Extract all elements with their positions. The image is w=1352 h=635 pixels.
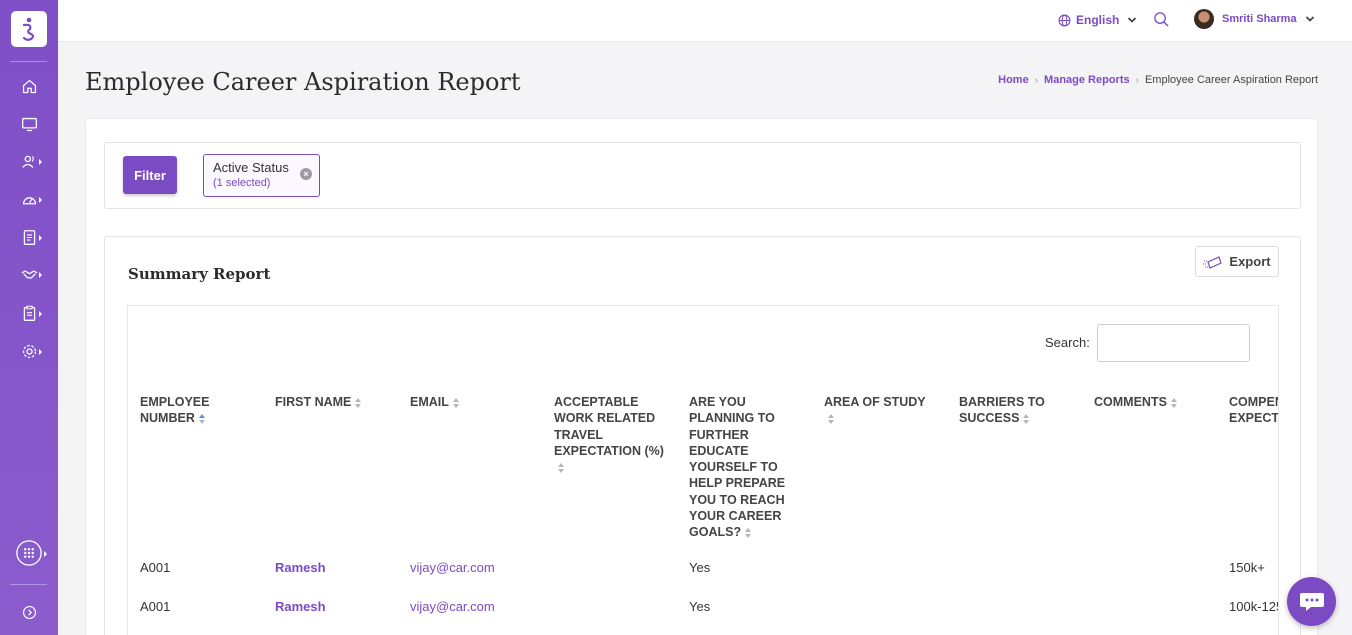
column-header-email[interactable]: EMAIL [410, 394, 530, 410]
cell-compensation: 150k+ [1229, 560, 1265, 575]
search-label: Search: [1045, 335, 1090, 350]
sort-icon [828, 414, 835, 424]
sidebar-divider [10, 584, 47, 585]
avatar [1194, 9, 1214, 29]
language-selector[interactable]: English [1058, 13, 1137, 27]
caret-right-icon [39, 159, 42, 165]
users-icon [21, 155, 34, 168]
document-icon [23, 229, 35, 245]
page-title: Employee Career Aspiration Report [85, 68, 521, 96]
summary-title: Summary Report [128, 265, 271, 283]
sidebar-apps-button[interactable] [0, 538, 58, 568]
caret-right-icon [39, 272, 42, 278]
chat-button[interactable] [1287, 577, 1336, 626]
caret-right-icon [39, 235, 42, 241]
chevron-down-icon [1128, 17, 1137, 23]
column-header-first-name[interactable]: FIRST NAME [275, 394, 395, 410]
clipboard-icon [23, 305, 35, 321]
breadcrumb-current: Employee Career Aspiration Report [1144, 74, 1318, 86]
sidebar-item-reports[interactable] [0, 298, 58, 328]
grid-icon [16, 540, 42, 566]
monitor-icon [21, 117, 37, 131]
breadcrumb-home[interactable]: Home [998, 74, 1029, 86]
home-icon [22, 79, 36, 93]
cell-employee-number: A001 [140, 599, 171, 614]
user-name: Smriti Sharma [1222, 13, 1297, 25]
sort-icon [1023, 414, 1030, 424]
column-header-further-education[interactable]: ARE YOU PLANNING TO FURTHER EDUCATE YOUR… [689, 394, 789, 541]
export-icon [1203, 255, 1223, 269]
chip-title: Active Status [213, 160, 289, 175]
cell-email[interactable]: vijay@car.com [410, 560, 495, 575]
gauge-icon [22, 196, 36, 204]
search-icon [1154, 12, 1169, 27]
chat-icon [1299, 592, 1324, 611]
column-header-travel-expectation[interactable]: ACCEPTABLE WORK RELATED TRAVEL EXPECTATI… [554, 394, 672, 475]
export-label: Export [1229, 254, 1271, 269]
handshake-icon [21, 269, 37, 279]
chevron-right-circle-icon [22, 605, 36, 619]
language-label: English [1076, 13, 1120, 27]
filter-button[interactable]: Filter [123, 156, 177, 194]
sidebar-item-users[interactable] [0, 146, 58, 176]
gear-icon [22, 344, 36, 358]
cell-email[interactable]: vijay@car.com [410, 599, 495, 614]
caret-right-icon [39, 311, 42, 317]
report-table: Search: EMPLOYEE NUMBER FIRST NAME EMAIL… [127, 305, 1279, 635]
sidebar-item-dashboard[interactable] [0, 109, 58, 139]
sidebar-item-settings[interactable] [0, 336, 58, 366]
sort-icon [355, 397, 362, 408]
cell-further-education: Yes [689, 599, 711, 614]
sidebar [0, 0, 58, 635]
logo-icon [22, 17, 35, 41]
sidebar-expand-button[interactable] [0, 597, 58, 627]
cell-compensation: 100k-125k [1229, 599, 1278, 614]
column-header-compensation[interactable]: COMPENSATION EXPECTATION [1229, 394, 1278, 427]
sort-icon [452, 397, 460, 408]
cell-first-name[interactable]: Ramesh [275, 560, 326, 575]
sort-icon [558, 462, 565, 473]
column-header-area-of-study[interactable]: AREA OF STUDY [824, 394, 929, 427]
sidebar-item-handshake[interactable] [0, 259, 58, 289]
report-card: Filter Active Status (1 selected) × Summ… [85, 118, 1318, 635]
sort-icon [1170, 397, 1178, 408]
sidebar-item-home[interactable] [0, 71, 58, 101]
caret-right-icon [44, 551, 47, 557]
column-header-employee-number[interactable]: EMPLOYEE NUMBER [140, 394, 250, 427]
caret-right-icon [39, 349, 42, 355]
table-search-input[interactable] [1097, 324, 1250, 362]
user-menu[interactable]: Smriti Sharma [1194, 9, 1315, 29]
sidebar-divider [10, 61, 47, 62]
column-header-comments[interactable]: COMMENTS [1094, 394, 1204, 410]
cell-further-education: Yes [689, 560, 711, 575]
sort-icon [745, 528, 752, 539]
chevron-right-icon: › [1034, 74, 1039, 86]
summary-panel: Summary Report Export Search: EMPLOYEE N… [104, 236, 1301, 635]
caret-right-icon [39, 197, 42, 203]
chip-subtitle: (1 selected) [213, 177, 271, 189]
chevron-down-icon [1305, 16, 1314, 22]
remove-filter-icon[interactable]: × [300, 168, 312, 180]
app-logo[interactable] [11, 11, 47, 47]
sidebar-item-performance[interactable] [0, 184, 58, 214]
top-search-button[interactable] [1153, 11, 1170, 33]
chevron-right-icon: › [1135, 74, 1139, 86]
sort-asc-icon [198, 414, 206, 424]
export-button[interactable]: Export [1195, 246, 1279, 277]
globe-icon [1058, 14, 1071, 26]
filter-panel: Filter Active Status (1 selected) × [104, 142, 1301, 209]
active-status-filter-chip[interactable]: Active Status (1 selected) × [203, 154, 320, 197]
cell-first-name[interactable]: Ramesh [275, 599, 326, 614]
breadcrumb-manage-reports[interactable]: Manage Reports [1044, 74, 1130, 86]
cell-employee-number: A001 [140, 560, 171, 575]
breadcrumb: Home › Manage Reports › Employee Career … [998, 74, 1318, 86]
sidebar-item-documents[interactable] [0, 222, 58, 252]
column-header-barriers-to-success[interactable]: BARRIERS TO SUCCESS [959, 394, 1051, 427]
top-bar: English Smriti Sharma [58, 0, 1352, 42]
